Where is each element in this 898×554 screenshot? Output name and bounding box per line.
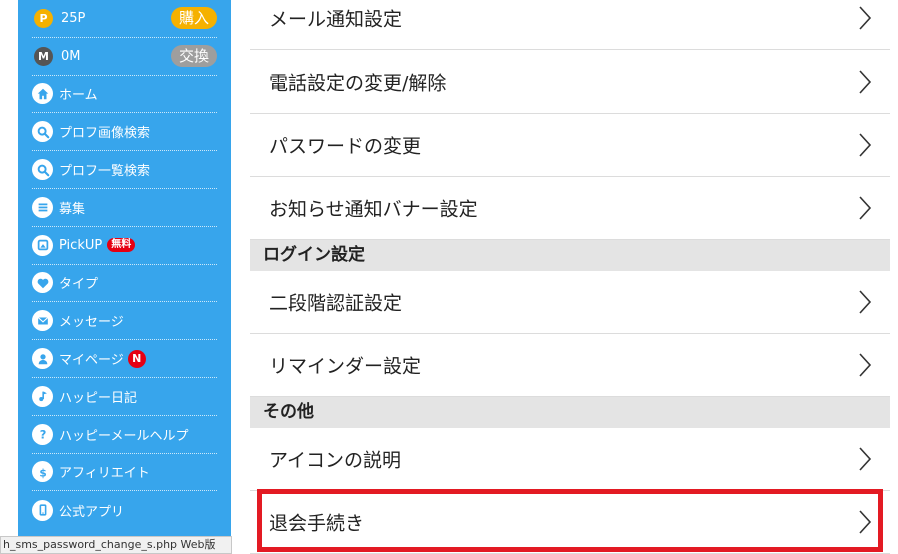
music-note-icon <box>32 385 53 407</box>
sidebar-item-home[interactable]: ホーム <box>32 76 217 114</box>
settings-row-reminder[interactable]: リマインダー設定 <box>250 334 890 397</box>
photo-icon <box>32 234 53 256</box>
settings-row-withdrawal[interactable]: 退会手続き <box>250 491 890 554</box>
exchange-mileage-button[interactable]: 交換 <box>170 45 217 68</box>
mileage-amount: 0M <box>61 48 81 64</box>
mileage-row: M 0M 交換 <box>32 38 217 76</box>
new-badge: N <box>127 349 146 368</box>
chevron-right-icon <box>859 196 872 220</box>
smartphone-icon <box>32 499 53 521</box>
settings-row-icon-explanation[interactable]: アイコンの説明 <box>250 428 890 491</box>
sidebar-item-recruit[interactable]: 募集 <box>32 189 217 227</box>
settings-row-label: リマインダー設定 <box>269 355 422 378</box>
sidebar-item-label: マイページ <box>59 353 124 369</box>
section-header-other: その他 <box>250 397 890 428</box>
sidebar-item-label: ハッピー日記 <box>59 390 138 406</box>
settings-row-banner-notification[interactable]: お知らせ通知バナー設定 <box>250 177 890 240</box>
settings-row-label: パスワードの変更 <box>269 135 422 158</box>
sidebar-item-label: メッセージ <box>59 315 124 331</box>
settings-row-two-factor[interactable]: 二段階認証設定 <box>250 271 890 334</box>
settings-row-label: お知らせ通知バナー設定 <box>269 198 478 221</box>
free-badge: 無料 <box>107 238 136 253</box>
sidebar-item-label: PickUP <box>59 237 103 253</box>
sidebar: P 25P 購入 M 0M 交換 ホーム プロフ画像検索 プロフ一覧検索 募集 <box>18 0 231 554</box>
search-icon <box>32 121 53 143</box>
chevron-right-icon <box>859 133 872 157</box>
sidebar-item-official-app[interactable]: 公式アプリ <box>32 491 217 529</box>
settings-row-phone[interactable]: 電話設定の変更/解除 <box>250 51 890 114</box>
browser-status-bar: h_sms_password_change_s.php Web版 <box>0 536 232 554</box>
svg-text:$: $ <box>39 467 46 479</box>
sidebar-item-affiliate[interactable]: $ アフィリエイト <box>32 454 217 492</box>
sidebar-item-label: プロフ画像検索 <box>59 126 151 142</box>
sidebar-item-label: 募集 <box>59 201 86 217</box>
svg-text:?: ? <box>39 428 46 442</box>
person-icon <box>32 348 53 370</box>
settings-row-mail-notification[interactable]: メール通知設定 <box>250 0 890 50</box>
heart-icon <box>32 272 53 294</box>
mileage-coin-icon: M <box>34 46 53 66</box>
chevron-right-icon <box>859 353 872 377</box>
status-bar-suffix: Web版 <box>180 538 216 551</box>
settings-row-label: メール通知設定 <box>269 8 403 31</box>
points-amount: 25P <box>61 10 86 26</box>
settings-row-label: 二段階認証設定 <box>269 292 403 315</box>
chevron-right-icon <box>859 510 872 534</box>
mail-icon <box>32 310 53 332</box>
settings-row-password[interactable]: パスワードの変更 <box>250 114 890 177</box>
sidebar-item-profile-list-search[interactable]: プロフ一覧検索 <box>32 151 217 189</box>
sidebar-item-label: ハッピーメールヘルプ <box>59 428 189 444</box>
sidebar-item-type[interactable]: タイプ <box>32 265 217 303</box>
sidebar-item-label: 公式アプリ <box>59 504 125 520</box>
home-icon <box>32 83 53 105</box>
sidebar-item-help[interactable]: ? ハッピーメールヘルプ <box>32 416 217 454</box>
settings-row-label: 退会手続き <box>269 512 365 535</box>
section-header-login: ログイン設定 <box>250 240 890 271</box>
sidebar-item-pickup[interactable]: PickUP 無料 <box>32 227 217 265</box>
sidebar-item-diary[interactable]: ハッピー日記 <box>32 378 217 416</box>
dollar-icon: $ <box>32 461 53 483</box>
chevron-right-icon <box>859 6 872 30</box>
question-icon: ? <box>32 423 53 445</box>
status-bar-url: h_sms_password_change_s.php <box>3 538 178 551</box>
settings-row-label: 電話設定の変更/解除 <box>269 72 447 95</box>
search-icon <box>32 159 53 181</box>
sidebar-item-profile-image-search[interactable]: プロフ画像検索 <box>32 113 217 152</box>
chevron-right-icon <box>859 290 872 314</box>
chevron-right-icon <box>859 70 872 94</box>
chevron-right-icon <box>859 447 872 471</box>
sidebar-item-label: タイプ <box>59 277 99 293</box>
sidebar-item-label: プロフ一覧検索 <box>59 164 151 180</box>
settings-row-label: アイコンの説明 <box>269 449 402 472</box>
buy-points-button[interactable]: 購入 <box>170 7 217 30</box>
sidebar-item-mypage[interactable]: マイページ N <box>32 340 217 378</box>
points-row: P 25P 購入 <box>32 0 217 38</box>
sidebar-item-label: ホーム <box>59 88 98 104</box>
sidebar-item-label: アフィリエイト <box>59 466 150 482</box>
points-coin-icon: P <box>34 8 53 28</box>
list-icon <box>32 196 53 218</box>
settings-list: メール通知設定 電話設定の変更/解除 パスワードの変更 お知らせ通知バナー設定 … <box>250 0 890 554</box>
sidebar-item-message[interactable]: メッセージ <box>32 302 217 341</box>
